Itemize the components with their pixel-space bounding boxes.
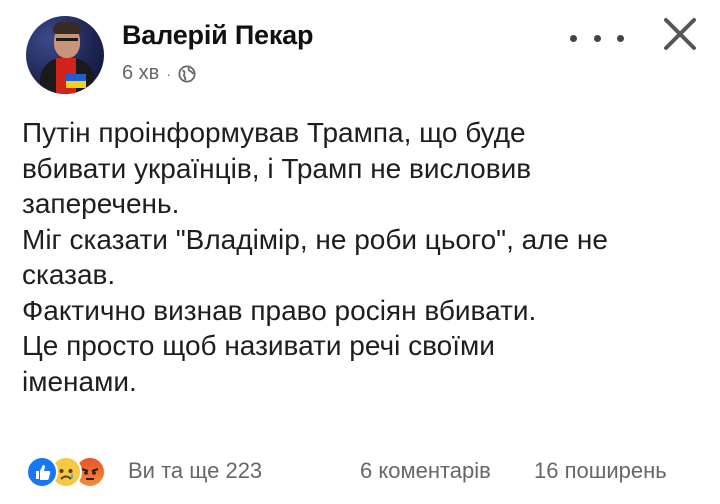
reactions-count[interactable]: Ви та ще 223 bbox=[128, 458, 262, 484]
avatar[interactable] bbox=[26, 16, 104, 94]
post-text-line: Це просто щоб називати речі своїми bbox=[22, 330, 495, 361]
post-text-line: вбивати українців, і Трамп не висловив bbox=[22, 152, 532, 184]
reactions-summary[interactable] bbox=[26, 456, 106, 488]
post-footer: Ви та ще 223 6 коментарів 16 поширень bbox=[20, 454, 710, 488]
post-header: Валерій Пекар 6 хв · bbox=[20, 12, 710, 98]
meta-separator: · bbox=[166, 65, 171, 82]
post-text-line: Міг сказати "Владімір, не роби цього", а… bbox=[22, 223, 608, 255]
like-icon bbox=[26, 456, 58, 488]
comments-count[interactable]: 6 коментарів bbox=[360, 458, 491, 484]
post-text-line: Путін проінформував Трампа, що буде bbox=[22, 117, 526, 148]
globe-icon bbox=[178, 64, 196, 83]
shares-count[interactable]: 16 поширень bbox=[534, 458, 667, 484]
post-text: Путін проінформував Трампа, що буде вбив… bbox=[22, 115, 702, 399]
post-text-line: іменами. bbox=[22, 365, 137, 397]
post-meta: 6 хв · bbox=[122, 62, 196, 85]
author-name[interactable]: Валерій Пекар bbox=[122, 20, 313, 51]
ukraine-flag-icon bbox=[66, 74, 86, 88]
post-text-line: сказав. bbox=[22, 259, 116, 290]
close-icon[interactable] bbox=[660, 14, 700, 54]
more-options-icon[interactable] bbox=[570, 24, 624, 52]
post-text-line: заперечень. bbox=[22, 188, 180, 219]
post-text-line: Фактично визнав право росіян вбивати. bbox=[22, 294, 537, 326]
post-time[interactable]: 6 хв bbox=[122, 62, 159, 85]
